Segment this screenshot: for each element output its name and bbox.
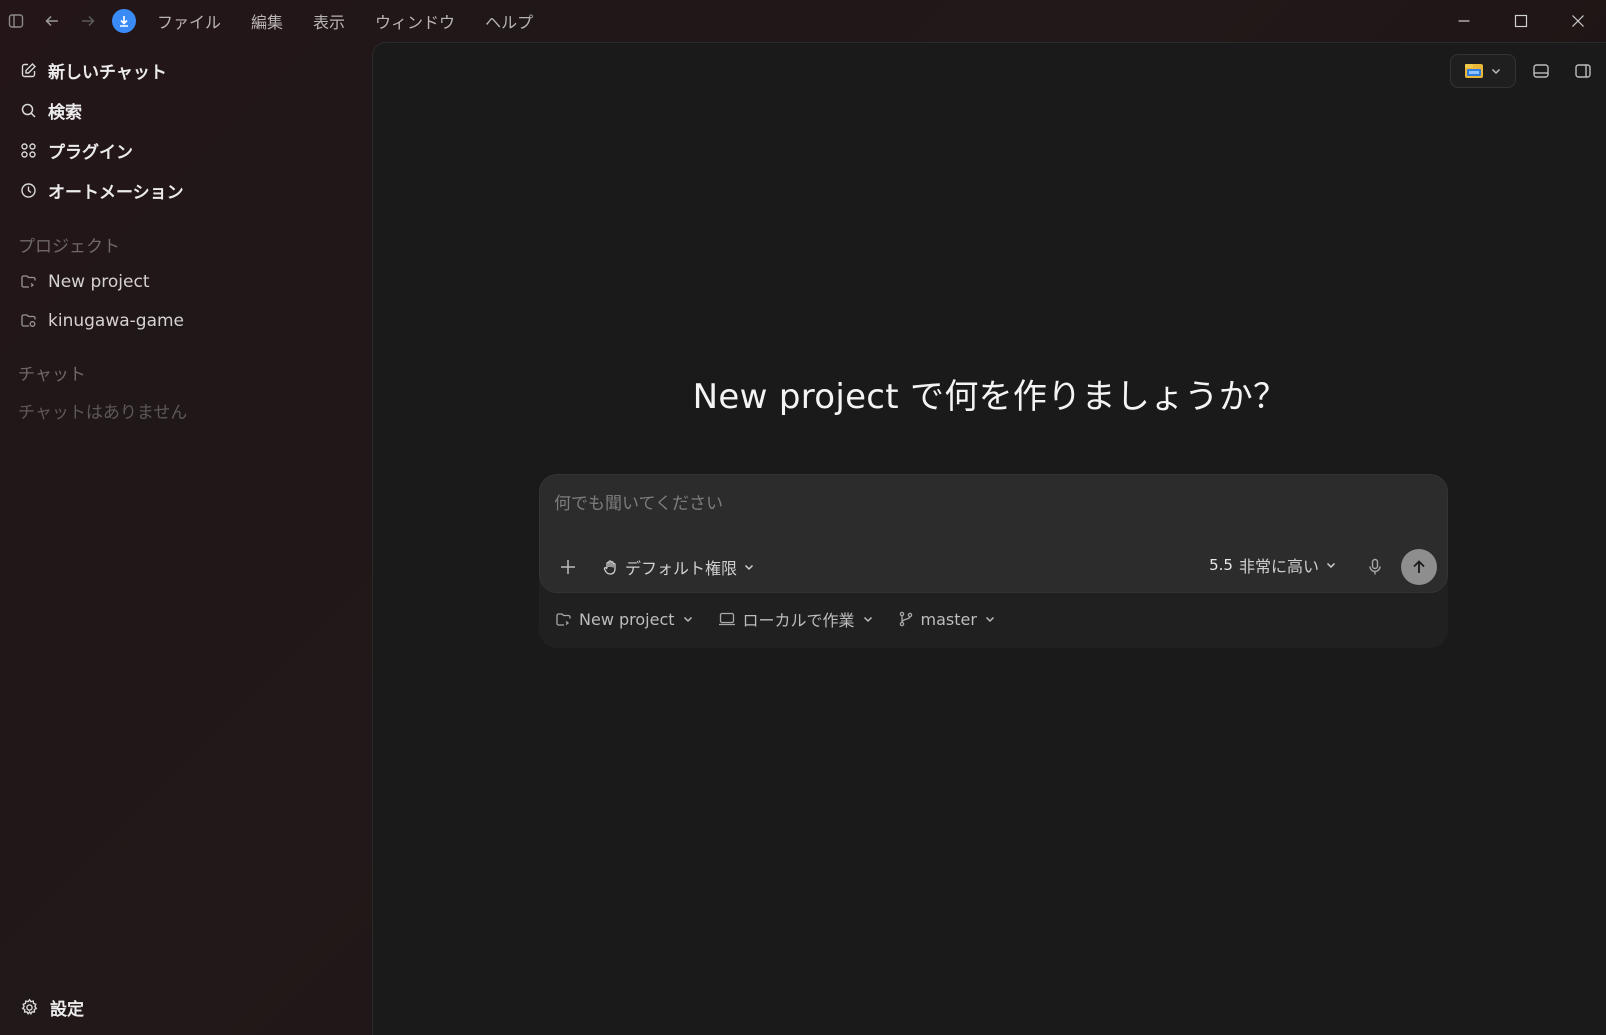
title-bar: ファイル 編集 表示 ウィンドウ ヘルプ — [0, 0, 1606, 42]
composer: デフォルト権限 5.5 非常に高い — [539, 474, 1448, 593]
branch-selector[interactable]: master — [898, 610, 996, 629]
menu-view[interactable]: 表示 — [298, 0, 360, 42]
file-explorer-icon — [1465, 64, 1483, 78]
page-title: New project で何を作りましょうか？ — [692, 377, 1288, 417]
main-panel: New project で何を作りましょうか？ デフォルト権限 5.5 非常に — [372, 42, 1606, 1035]
permission-selector[interactable]: デフォルト権限 — [602, 555, 755, 579]
hand-icon — [603, 559, 616, 575]
work-mode-selector[interactable]: ローカルで作業 — [718, 607, 874, 631]
sidebar-item-label: 新しいチャット — [48, 62, 167, 83]
sidebar-item-new-chat[interactable]: 新しいチャット — [0, 50, 372, 90]
sidebar-item-label: 検索 — [48, 102, 82, 123]
back-arrow-icon[interactable] — [38, 7, 66, 35]
chats-section-label: チャット — [18, 364, 86, 385]
maximize-icon[interactable] — [1492, 0, 1549, 42]
settings-button[interactable]: 設定 — [0, 987, 84, 1027]
projects-section-label: プロジェクト — [18, 236, 120, 257]
menu-window[interactable]: ウィンドウ — [360, 0, 470, 42]
bottom-panel-toggle-icon[interactable] — [1524, 54, 1558, 88]
search-icon — [18, 100, 38, 120]
laptop-icon — [718, 611, 736, 627]
attach-plus-icon[interactable] — [554, 553, 582, 581]
send-button[interactable] — [1401, 549, 1437, 585]
work-mode-label: ローカルで作業 — [742, 611, 855, 630]
branch-label: master — [920, 609, 977, 629]
chevron-down-icon — [863, 616, 872, 623]
menu-help[interactable]: ヘルプ — [470, 0, 548, 42]
chats-empty-text: チャットはありません — [18, 402, 188, 423]
sidebar-item-label: オートメーション — [48, 182, 184, 203]
sidebar-toggle-icon[interactable] — [2, 7, 30, 35]
composer-toolbar: デフォルト権限 5.5 非常に高い — [540, 549, 1447, 585]
close-icon[interactable] — [1549, 0, 1606, 42]
arrow-up-icon — [1413, 560, 1425, 573]
chevron-down-icon — [744, 564, 754, 571]
minimize-icon[interactable] — [1435, 0, 1492, 42]
chevron-down-icon — [1326, 562, 1336, 569]
app-window: ファイル 編集 表示 ウィンドウ ヘルプ 新しいチャット 検索 プラグイン オー… — [0, 0, 1606, 1035]
project-selector[interactable]: New project — [555, 610, 694, 629]
open-in-app-button[interactable] — [1450, 54, 1516, 88]
sidebar-item-search[interactable]: 検索 — [0, 90, 372, 130]
sidebar: 新しいチャット 検索 プラグイン オートメーション プロジェクト New pro… — [0, 42, 372, 1035]
sidebar-item-label: プラグイン — [48, 142, 133, 163]
model-selector[interactable]: 5.5 非常に高い — [1209, 553, 1337, 577]
grid-icon — [18, 140, 38, 160]
folder-icon — [555, 611, 572, 628]
sidebar-item-plugins[interactable]: プラグイン — [0, 130, 372, 170]
chevron-down-icon — [985, 616, 994, 623]
sidebar-item-label: kinugawa-game — [48, 310, 185, 331]
download-update-icon[interactable] — [112, 9, 136, 33]
window-controls — [1435, 0, 1606, 42]
folder-icon — [18, 272, 38, 292]
folder-icon — [18, 311, 38, 331]
clock-icon — [18, 180, 38, 200]
composer-container: デフォルト権限 5.5 非常に高い — [539, 474, 1448, 648]
chevron-down-icon — [683, 616, 692, 623]
forward-arrow-icon[interactable] — [74, 7, 102, 35]
edit-icon — [18, 60, 38, 80]
right-panel-toggle-icon[interactable] — [1566, 54, 1600, 88]
project-selector-label: New project — [579, 609, 675, 629]
menu-edit[interactable]: 編集 — [236, 0, 298, 42]
prompt-input[interactable] — [554, 489, 1414, 519]
context-bar: New project ローカルで作業 master — [555, 604, 996, 634]
title-bar-left — [0, 7, 136, 35]
chevron-down-icon — [1491, 68, 1501, 75]
permission-label: デフォルト権限 — [625, 559, 738, 578]
menu-file[interactable]: ファイル — [142, 0, 236, 42]
model-version: 5.5 — [1209, 556, 1233, 574]
sidebar-item-project-kinugawa-game[interactable]: kinugawa-game — [0, 301, 372, 340]
sidebar-item-automation[interactable]: オートメーション — [0, 170, 372, 210]
microphone-icon[interactable] — [1361, 553, 1389, 581]
sidebar-item-project-new-project[interactable]: New project — [0, 262, 372, 301]
git-branch-icon — [898, 611, 914, 627]
model-effort: 非常に高い — [1238, 557, 1319, 576]
settings-label: 設定 — [50, 999, 84, 1020]
menu-bar: ファイル 編集 表示 ウィンドウ ヘルプ — [142, 0, 548, 42]
gear-icon — [18, 996, 40, 1018]
top-right-toolbar — [1450, 54, 1600, 88]
sidebar-item-label: New project — [48, 271, 150, 292]
